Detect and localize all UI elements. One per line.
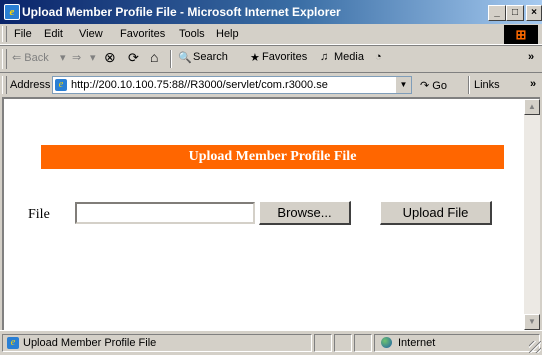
back-button[interactable]: ⇐ Back xyxy=(12,51,49,64)
stop-icon[interactable]: ⊗ xyxy=(104,49,116,66)
upload-file-button[interactable]: Upload File xyxy=(380,201,492,225)
toolbar-overflow-icon[interactable]: » xyxy=(528,51,534,63)
menu-tools[interactable]: Tools xyxy=(179,28,205,40)
internet-zone-icon xyxy=(381,337,392,348)
menu-bar: File Edit View Favorites Tools Help xyxy=(0,24,542,45)
title-bar: e Upload Member Profile File - Microsoft… xyxy=(0,0,542,24)
go-arrow-icon: ↷ xyxy=(420,80,430,92)
browse-button[interactable]: Browse... xyxy=(259,201,351,225)
toolbar-separator xyxy=(170,50,172,68)
file-label: File xyxy=(28,207,50,222)
refresh-icon[interactable]: ⟳ xyxy=(128,50,139,66)
zone-label: Internet xyxy=(398,337,436,349)
vertical-scrollbar[interactable]: ▲ ▼ xyxy=(524,99,540,330)
status-cell-2 xyxy=(334,334,352,352)
back-dropdown-icon[interactable]: ▾ xyxy=(60,51,66,64)
scroll-up-icon[interactable]: ▲ xyxy=(524,99,540,115)
favorites-button[interactable]: Favorites xyxy=(262,51,307,63)
search-button[interactable]: Search xyxy=(193,51,228,63)
go-label: Go xyxy=(432,80,447,92)
address-bar: Address e http://200.10.100.75:88//R3000… xyxy=(0,72,542,97)
go-button[interactable]: ↷ Go xyxy=(420,79,447,92)
status-cell-3 xyxy=(354,334,372,352)
menu-view[interactable]: View xyxy=(79,28,103,40)
standard-toolbar: ⇐ Back ▾ ⇒ ▾ ⊗ ⟳ ⌂ 🔍 Search ★ Favorites … xyxy=(0,45,542,73)
menu-grip xyxy=(2,26,7,42)
address-url[interactable]: http://200.10.100.75:88//R3000/servlet/c… xyxy=(71,79,393,91)
forward-dropdown-icon[interactable]: ▾ xyxy=(90,51,96,64)
file-path-input[interactable] xyxy=(75,202,255,224)
home-icon[interactable]: ⌂ xyxy=(150,49,158,65)
maximize-button[interactable]: □ xyxy=(506,5,524,21)
menu-help[interactable]: Help xyxy=(216,28,239,40)
menu-edit[interactable]: Edit xyxy=(44,28,63,40)
address-grip xyxy=(2,76,7,94)
media-button[interactable]: Media xyxy=(334,51,364,63)
menu-file[interactable]: File xyxy=(14,28,32,40)
history-icon[interactable]: ◔ xyxy=(375,51,382,63)
close-button[interactable]: × xyxy=(526,5,542,21)
forward-button[interactable]: ⇒ xyxy=(72,51,81,64)
window-title: Upload Member Profile File - Microsoft I… xyxy=(22,5,341,19)
toolbar-grip xyxy=(2,49,7,69)
status-progress-cell xyxy=(314,334,332,352)
media-icon: ♫ xyxy=(320,51,329,63)
page-viewport: Upload Member Profile File File Browse..… xyxy=(2,97,540,330)
search-icon: 🔍 xyxy=(178,52,192,64)
links-button[interactable]: Links xyxy=(474,79,500,91)
page-icon: e xyxy=(55,79,67,91)
links-overflow-icon[interactable]: » xyxy=(530,78,536,90)
resize-grip-icon[interactable] xyxy=(529,341,541,353)
scroll-down-icon[interactable]: ▼ xyxy=(524,314,540,330)
address-label: Address xyxy=(10,79,51,91)
status-bar: e Upload Member Profile File xyxy=(0,330,542,355)
minimize-button[interactable]: _ xyxy=(488,5,506,21)
windows-logo-icon: ⊞ xyxy=(504,25,538,44)
menu-favorites[interactable]: Favorites xyxy=(120,28,165,40)
status-text: Upload Member Profile File xyxy=(23,337,157,349)
page-banner: Upload Member Profile File xyxy=(41,145,504,169)
favorites-icon: ★ xyxy=(250,52,260,64)
status-page-icon: e xyxy=(7,337,19,349)
ie-icon: e xyxy=(4,4,20,20)
address-dropdown-icon[interactable]: ▼ xyxy=(395,77,411,93)
status-main: e Upload Member Profile File xyxy=(2,334,312,352)
links-separator xyxy=(468,76,470,94)
address-field[interactable]: e http://200.10.100.75:88//R3000/servlet… xyxy=(52,76,412,94)
